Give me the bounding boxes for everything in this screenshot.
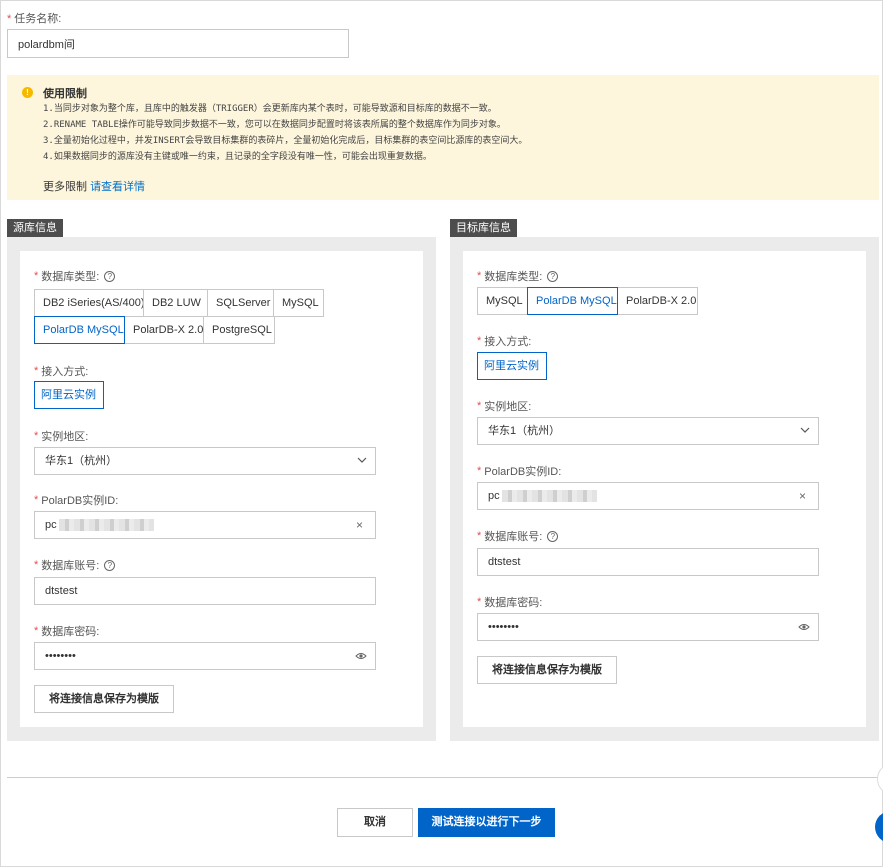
source-panel: * 数据库类型:? DB2 iSeries(AS/400) DB2 LUW SQL… bbox=[7, 237, 436, 741]
warning-icon: ! bbox=[22, 87, 33, 98]
help-icon[interactable]: ? bbox=[547, 270, 559, 282]
source-db-type-label: * 数据库类型:? bbox=[34, 268, 116, 284]
source-db-type-polardb-x[interactable]: PolarDB-X 2.0 bbox=[124, 316, 204, 344]
redacted-text bbox=[501, 490, 597, 503]
side-help-float-button[interactable] bbox=[875, 811, 883, 843]
notice-more: 更多限制 请查看详情 bbox=[43, 181, 146, 193]
source-section-tag: 源库信息 bbox=[7, 219, 63, 237]
notice-lines: 1.当同步对象为整个库，且库中的触发器（TRIGGER）会更新库内某个表时，可能… bbox=[43, 104, 528, 162]
clear-icon[interactable]: × bbox=[799, 483, 806, 509]
source-account-label: * 数据库账号:? bbox=[34, 557, 116, 573]
help-icon[interactable]: ? bbox=[104, 559, 116, 571]
target-db-type-label: * 数据库类型:? bbox=[477, 268, 559, 284]
usage-limits-notice: ! 使用限制 1.当同步对象为整个库，且库中的触发器（TRIGGER）会更新库内… bbox=[7, 75, 879, 200]
source-db-type-mysql[interactable]: MySQL bbox=[273, 289, 324, 317]
source-password-label: * 数据库密码: bbox=[34, 625, 100, 638]
target-save-template-button[interactable]: 将连接信息保存为模版 bbox=[477, 656, 617, 684]
details-link[interactable]: 请查看详情 bbox=[90, 181, 145, 193]
target-access-aliyun-instance[interactable]: 阿里云实例 bbox=[477, 352, 547, 380]
target-panel: * 数据库类型:? MySQL PolarDB MySQL PolarDB-X 2… bbox=[450, 237, 879, 741]
source-db-type-group: DB2 iSeries(AS/400) DB2 LUW SQLServer My… bbox=[34, 289, 412, 344]
source-region-select[interactable]: 华东1（杭州） bbox=[34, 447, 376, 475]
target-password-label: * 数据库密码: bbox=[477, 596, 543, 609]
source-card: * 数据库类型:? DB2 iSeries(AS/400) DB2 LUW SQL… bbox=[20, 251, 423, 727]
target-section-tag: 目标库信息 bbox=[450, 219, 517, 237]
target-region-label: * 实例地区: bbox=[477, 400, 532, 413]
task-name-input[interactable] bbox=[7, 29, 349, 58]
target-db-type-polardb-x[interactable]: PolarDB-X 2.0 bbox=[617, 287, 698, 315]
clear-icon[interactable]: × bbox=[356, 512, 363, 538]
help-icon[interactable]: ? bbox=[547, 530, 559, 542]
cancel-button[interactable]: 取消 bbox=[337, 808, 413, 837]
source-save-template-button[interactable]: 将连接信息保存为模版 bbox=[34, 685, 174, 713]
target-access-label: * 接入方式: bbox=[477, 335, 532, 348]
source-account-input[interactable]: dtstest bbox=[34, 577, 376, 605]
chevron-down-icon bbox=[357, 457, 367, 463]
source-region-label: * 实例地区: bbox=[34, 430, 89, 443]
target-db-type-polardb-mysql[interactable]: PolarDB MySQL bbox=[527, 287, 618, 315]
source-db-type-db2-iseries[interactable]: DB2 iSeries(AS/400) bbox=[34, 289, 145, 317]
target-db-type-group: MySQL PolarDB MySQL PolarDB-X 2.0 bbox=[477, 287, 857, 315]
notice-title: 使用限制 bbox=[43, 88, 87, 100]
chevron-down-icon bbox=[800, 427, 810, 433]
source-instance-input[interactable]: pc × bbox=[34, 511, 376, 539]
help-icon[interactable]: ? bbox=[104, 270, 116, 282]
target-instance-label: * PolarDB实例ID: bbox=[477, 465, 562, 478]
target-instance-input[interactable]: pc × bbox=[477, 482, 819, 510]
source-password-input[interactable]: •••••••• bbox=[34, 642, 376, 670]
source-instance-label: * PolarDB实例ID: bbox=[34, 494, 119, 507]
target-region-select[interactable]: 华东1（杭州） bbox=[477, 417, 819, 445]
task-name-label: * 任务名称: bbox=[7, 13, 62, 25]
source-db-type-polardb-mysql[interactable]: PolarDB MySQL bbox=[34, 316, 125, 344]
target-account-label: * 数据库账号:? bbox=[477, 528, 559, 544]
eye-icon[interactable] bbox=[798, 622, 810, 632]
source-access-label: * 接入方式: bbox=[34, 365, 89, 378]
test-connection-next-button[interactable]: 测试连接以进行下一步 bbox=[418, 808, 555, 837]
target-password-input[interactable]: •••••••• bbox=[477, 613, 819, 641]
source-db-type-db2-luw[interactable]: DB2 LUW bbox=[143, 289, 208, 317]
redacted-text bbox=[58, 519, 154, 532]
eye-icon[interactable] bbox=[355, 651, 367, 661]
target-account-input[interactable]: dtstest bbox=[477, 548, 819, 576]
footer-divider bbox=[7, 777, 879, 778]
source-db-type-sqlserver[interactable]: SQLServer bbox=[207, 289, 274, 317]
source-db-type-postgresql[interactable]: PostgreSQL bbox=[203, 316, 275, 344]
side-float-handle[interactable] bbox=[877, 763, 883, 795]
target-card: * 数据库类型:? MySQL PolarDB MySQL PolarDB-X 2… bbox=[463, 251, 866, 727]
source-access-aliyun-instance[interactable]: 阿里云实例 bbox=[34, 381, 104, 409]
target-db-type-mysql[interactable]: MySQL bbox=[477, 287, 528, 315]
